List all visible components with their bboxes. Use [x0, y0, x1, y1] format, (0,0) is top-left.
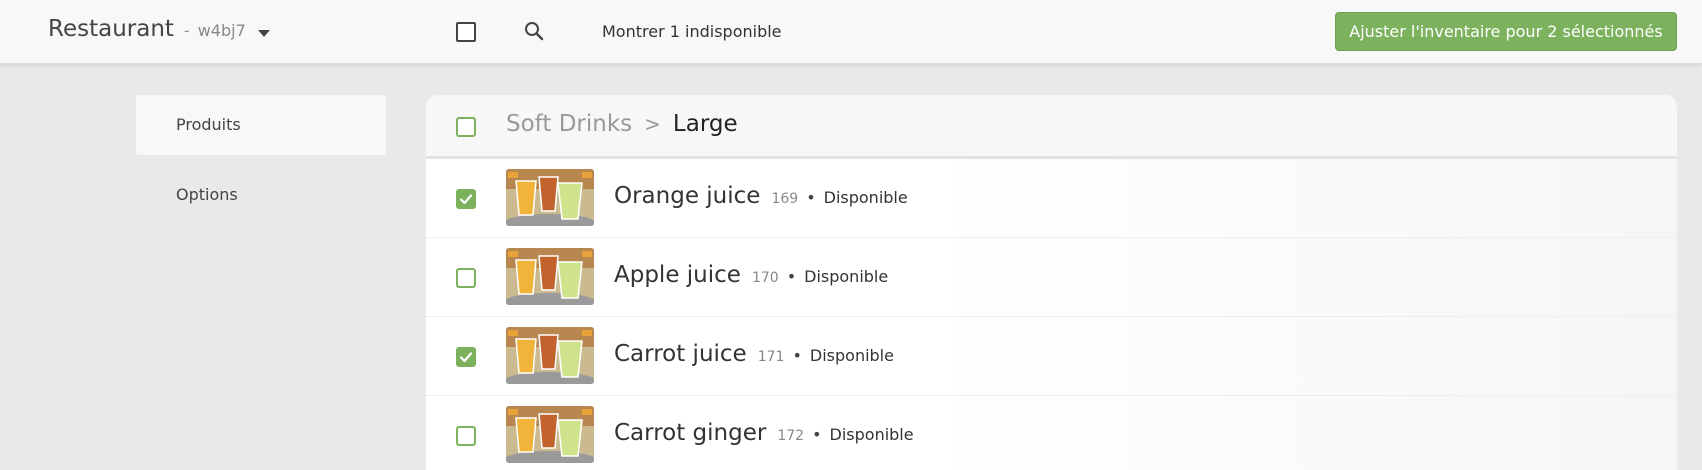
product-row[interactable]: Carrot ginger 172 • Disponible — [426, 396, 1677, 470]
breadcrumb-separator: > — [644, 112, 661, 136]
product-info: Apple juice 170 • Disponible — [614, 262, 888, 288]
bullet-separator: • — [792, 346, 802, 365]
product-thumbnail — [506, 248, 594, 305]
product-name: Apple juice — [614, 262, 741, 288]
top-bar: Restaurant - w4bj7 Montrer 1 indisponibl… — [0, 0, 1702, 64]
product-info: Carrot juice 171 • Disponible — [614, 341, 894, 367]
product-checkbox[interactable] — [456, 189, 476, 209]
category-checkbox[interactable] — [456, 117, 476, 137]
adjust-inventory-button[interactable]: Ajuster l'inventaire pour 2 sélectionnés — [1335, 12, 1677, 51]
select-all-checkbox[interactable] — [456, 22, 476, 42]
restaurant-separator: - — [183, 21, 190, 40]
product-checkbox[interactable] — [456, 347, 476, 367]
product-status: Disponible — [823, 188, 908, 207]
product-thumbnail — [506, 169, 594, 226]
breadcrumb-current: Large — [672, 111, 738, 137]
breadcrumb-parent[interactable]: Soft Drinks — [506, 111, 632, 137]
caret-down-icon[interactable] — [257, 29, 270, 37]
product-id: 170 — [751, 270, 779, 286]
bullet-separator: • — [806, 188, 816, 207]
restaurant-selector[interactable]: Restaurant - w4bj7 — [48, 16, 270, 46]
product-name: Carrot juice — [614, 341, 747, 367]
sidebar: Produits Options — [136, 95, 386, 225]
product-id: 169 — [771, 191, 799, 207]
sidebar-item-options[interactable]: Options — [136, 165, 386, 225]
bullet-separator: • — [786, 267, 797, 286]
product-name: Carrot ginger — [614, 420, 767, 446]
product-status: Disponible — [809, 346, 894, 365]
product-row[interactable]: Carrot juice 171 • Disponible — [426, 317, 1677, 396]
bullet-separator: • — [812, 425, 822, 444]
product-row[interactable]: Apple juice 170 • Disponible — [426, 238, 1677, 317]
product-name: Orange juice — [614, 183, 761, 209]
search-icon[interactable] — [523, 20, 545, 42]
product-thumbnail — [506, 327, 594, 384]
product-list: Orange juice 169 • Disponible Apple juic… — [426, 159, 1677, 470]
product-status: Disponible — [829, 425, 914, 444]
product-panel: Soft Drinks > Large Orange juice 169 • D… — [426, 95, 1677, 470]
product-thumbnail — [506, 406, 594, 463]
sidebar-item-produits[interactable]: Produits — [136, 95, 386, 155]
breadcrumb: Soft Drinks > Large — [506, 111, 738, 137]
product-id: 171 — [757, 349, 785, 365]
panel-header: Soft Drinks > Large — [426, 95, 1677, 159]
product-id: 172 — [777, 428, 805, 444]
restaurant-name: Restaurant — [48, 16, 174, 42]
product-info: Orange juice 169 • Disponible — [614, 183, 908, 209]
restaurant-code: w4bj7 — [197, 21, 246, 40]
product-info: Carrot ginger 172 • Disponible — [614, 420, 914, 446]
product-checkbox[interactable] — [456, 426, 476, 446]
product-status: Disponible — [804, 267, 889, 286]
show-unavailable-link[interactable]: Montrer 1 indisponible — [602, 22, 782, 41]
product-checkbox[interactable] — [456, 268, 476, 288]
product-row[interactable]: Orange juice 169 • Disponible — [426, 159, 1677, 238]
